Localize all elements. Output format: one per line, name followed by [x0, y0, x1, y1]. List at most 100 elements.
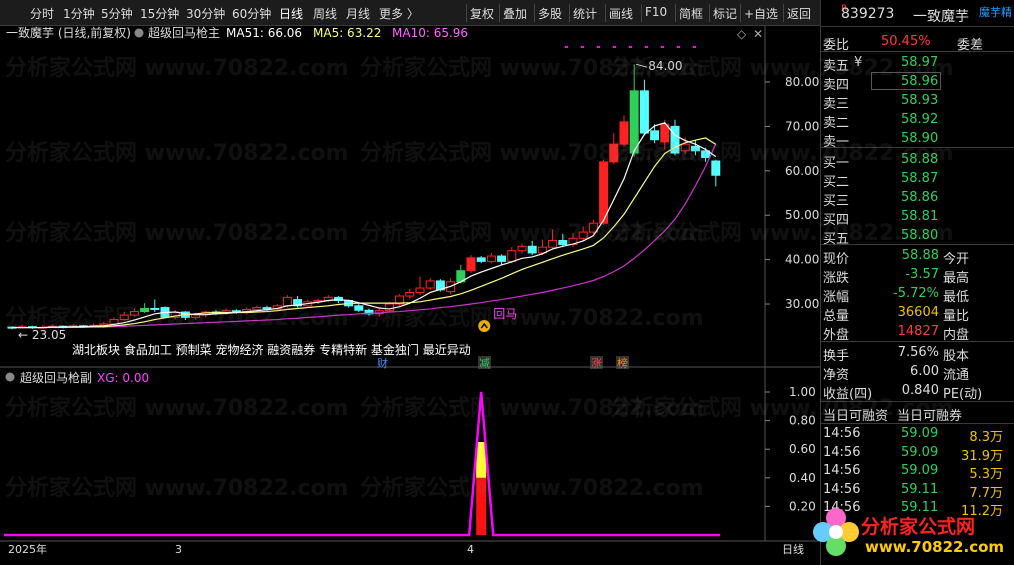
order-book-buy-row: 买一 58.88 — [821, 150, 1014, 171]
indicator-settings-icon[interactable] — [134, 28, 144, 38]
collapse-icon[interactable]: ◇ — [737, 27, 747, 41]
order-book-sell-row: 卖三 58.93 — [821, 91, 1014, 112]
candle-body — [486, 255, 496, 262]
toolbar-button-6[interactable]: 简框 — [679, 5, 703, 22]
tick-time: 14:56 — [823, 444, 861, 460]
tick-row: 14:56 59.09 8.3万 — [821, 424, 1014, 445]
event-marker-0[interactable]: 财 — [376, 356, 389, 370]
order-price: 58.97 — [901, 55, 939, 70]
period-tab-2[interactable]: 5分钟 — [101, 5, 133, 22]
period-tab-0[interactable]: 分时 — [30, 5, 54, 22]
sub-y-tick-0: 1.00 — [789, 385, 816, 399]
stat-label-right: PE(动) — [943, 387, 983, 402]
y-tick-4: 40.00 — [785, 253, 819, 267]
candle-body — [558, 240, 568, 246]
kline-chart-svg[interactable]: 一致魔芋 (日线,前复权) 超级回马枪主 MA51: 66.06 MA5: 63… — [0, 25, 820, 565]
toolbar-button-9[interactable]: 返回 — [787, 5, 811, 22]
y-tick-5: 30.00 — [785, 297, 819, 311]
candle-body — [690, 145, 700, 152]
candle-body — [282, 296, 292, 307]
event-marker-2[interactable]: 涨 — [590, 356, 603, 370]
main-indicator-name: 超级回马枪主 — [148, 26, 220, 40]
tick-time: 14:56 — [823, 481, 861, 497]
y-tick-3: 50.00 — [785, 208, 819, 222]
concept-tags[interactable]: 湖北板块 食品加工 预制菜 宠物经济 融资融券 专精特新 基金独门 最近异动 — [72, 342, 471, 357]
tick-price: 59.11 — [901, 481, 939, 497]
toolbar-button-0[interactable]: 复权 — [470, 5, 494, 22]
ma5-label: MA5: 63.22 — [313, 26, 381, 40]
sub-indicator-name: 超级回马枪副 — [20, 370, 92, 385]
candle-body — [150, 307, 160, 310]
order-price: 58.88 — [901, 152, 939, 167]
toolbar-button-4[interactable]: 画线 — [609, 5, 633, 22]
order-book-sell-row: 卖四 58.96 — [821, 72, 1014, 93]
stock-header: R 839273 一致魔芋 魔芋精 — [821, 4, 1014, 25]
candle-body — [680, 143, 690, 152]
stock-tag[interactable]: 魔芋精 — [979, 4, 1012, 20]
period-tab-3[interactable]: 15分钟 — [140, 5, 179, 22]
x-axis-period[interactable]: 日线 — [782, 542, 804, 556]
toolbar-button-8[interactable]: +自选 — [744, 5, 778, 22]
period-tab-4[interactable]: 30分钟 — [186, 5, 225, 22]
candle-body — [129, 311, 139, 316]
event-marker-1[interactable]: 减 — [478, 356, 491, 370]
sub-indicator-settings-icon[interactable] — [5, 372, 15, 382]
candle-body — [425, 280, 435, 289]
sub-y-tick-1: 0.80 — [789, 414, 816, 428]
order-book-buy-row: 买四 58.81 — [821, 207, 1014, 228]
toolbar-button-5[interactable]: F10 — [645, 5, 667, 19]
stat-value: -5.72% — [893, 286, 939, 301]
candle-body — [119, 314, 129, 321]
candle-body — [507, 250, 517, 262]
weibi-value: 50.45% — [881, 34, 931, 49]
y-tick-2: 60.00 — [785, 164, 819, 178]
order-price: 58.93 — [901, 93, 939, 108]
order-price: 58.90 — [901, 131, 939, 146]
y-tick-0: 80.00 — [785, 75, 819, 89]
quote-stat-row: 涨幅 -5.72% 最低 — [821, 284, 1014, 305]
tick-row: 14:56 59.09 5.3万 — [821, 461, 1014, 482]
close-icon[interactable]: ✕ — [753, 27, 763, 41]
stat-value: 58.88 — [901, 248, 939, 263]
tick-time: 14:56 — [823, 426, 861, 441]
quote-stat-row: 外盘 14827 内盘 — [821, 322, 1014, 343]
kline-chart-area[interactable]: 一致魔芋 (日线,前复权) 超级回马枪主 MA51: 66.06 MA5: 63… — [0, 25, 820, 565]
candle-body — [548, 240, 558, 248]
period-tab-5[interactable]: 60分钟 — [232, 5, 271, 22]
x-label-month-3: 3 — [175, 543, 182, 556]
ma10-label: MA10: 65.96 — [392, 26, 468, 40]
stock-name: 一致魔芋 — [913, 9, 969, 25]
period-tab-6[interactable]: 日线 — [279, 5, 303, 22]
tick-row: 14:56 59.09 31.9万 — [821, 443, 1014, 464]
toolbar-button-7[interactable]: 标记 — [713, 5, 737, 22]
toolbar-button-1[interactable]: 叠加 — [503, 5, 527, 22]
tick-price: 59.09 — [901, 426, 939, 441]
candle-body — [639, 90, 649, 134]
period-tab-9[interactable]: 更多 〉 — [379, 5, 419, 22]
logo-url: www.70822.com — [865, 538, 1005, 556]
xg-label: XG: 0.00 — [97, 371, 149, 385]
period-tab-8[interactable]: 月线 — [346, 5, 370, 22]
stat-value: 0.840 — [901, 383, 939, 398]
stat-value: 14827 — [897, 324, 939, 339]
ma10-line — [12, 143, 717, 329]
order-book-buy-row: 买二 58.87 — [821, 169, 1014, 190]
candle-body — [140, 307, 150, 313]
quote-stat-row: 现价 58.88 今开 — [821, 246, 1014, 267]
candle-body — [252, 307, 262, 310]
svg-text:涨: 涨 — [591, 357, 602, 370]
margin-row: 当日可融资 当日可融券 — [823, 409, 963, 424]
site-logo: 分析家公式网 www.70822.com — [813, 500, 1014, 565]
quote-panel: R 839273 一致魔芋 魔芋精 委比 50.45% 委差 卖五 ¥58.97 卖… — [813, 0, 1014, 565]
order-price: 58.86 — [901, 190, 939, 205]
candle-body — [405, 291, 415, 297]
period-tab-7[interactable]: 周线 — [313, 5, 337, 22]
order-price: 58.81 — [901, 209, 939, 224]
event-marker-3[interactable]: 榜 — [616, 356, 629, 370]
quote-stat-row: 换手 7.56% 股本 — [821, 343, 1014, 364]
toolbar-button-2[interactable]: 多股 — [538, 5, 562, 22]
period-tab-1[interactable]: 1分钟 — [63, 5, 95, 22]
toolbar-button-3[interactable]: 统计 — [573, 5, 597, 22]
currency-flag: ¥ — [854, 55, 863, 70]
order-book-sell-row: 卖一 58.90 — [821, 129, 1014, 150]
